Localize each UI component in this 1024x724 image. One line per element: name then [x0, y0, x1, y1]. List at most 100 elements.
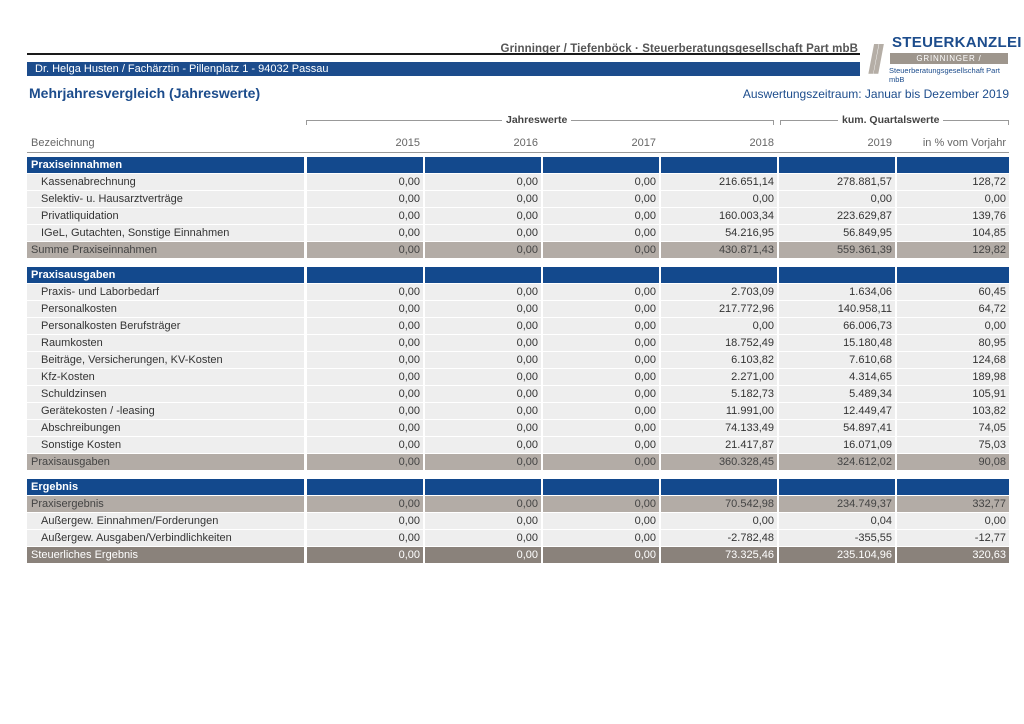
table-row-label: Sonstige Kosten [27, 437, 304, 453]
table-row-value: 0,00 [543, 174, 659, 190]
table-row-label: Außergew. Ausgaben/Verbindlichkeiten [27, 530, 304, 546]
table-row: Raumkosten 0,00 0,00 0,00 18.752,49 15.180,48… [27, 335, 1009, 351]
subtotal-row-value: 0,00 [307, 496, 423, 512]
table-row-value: 104,85 [897, 225, 1009, 241]
table-row-value: 0,00 [425, 513, 541, 529]
sum-row-value: 0,00 [543, 242, 659, 258]
column-header-rule [27, 152, 1009, 153]
table-row-value: 0,00 [307, 369, 423, 385]
sum-row-value: 0,00 [425, 242, 541, 258]
table-row: Kfz-Kosten 0,00 0,00 0,00 2.271,00 4.314,65 18… [27, 369, 1009, 385]
sum-row-label: Praxisausgaben [27, 454, 304, 470]
header-rule [27, 53, 860, 55]
table-row-value: 0,00 [425, 301, 541, 317]
table-row-value: 0,00 [307, 225, 423, 241]
table-row-label: Praxis- und Laborbedarf [27, 284, 304, 300]
table-row-value: 54.897,41 [779, 420, 895, 436]
table-row-value: 0,00 [897, 513, 1009, 529]
table-row-value: 0,00 [425, 352, 541, 368]
table-row-value: 217.772,96 [661, 301, 777, 317]
table-row-value: 15.180,48 [779, 335, 895, 351]
table-row-value: 0,00 [661, 318, 777, 334]
sum-row: Summe Praxiseinnahmen 0,00 0,00 0,00 430.871… [27, 242, 1009, 258]
section-header-value [779, 157, 895, 173]
section-header-value [543, 267, 659, 283]
subtotal-row: Praxisergebnis 0,00 0,00 0,00 70.542,98 234.7… [27, 496, 1009, 512]
table-row-label: Abschreibungen [27, 420, 304, 436]
table-row-value: 74,05 [897, 420, 1009, 436]
table-row-value: 0,00 [307, 335, 423, 351]
table-row-label: Beiträge, Versicherungen, KV-Kosten [27, 352, 304, 368]
subtotal-row-value: 0,00 [543, 496, 659, 512]
section-header-value [661, 267, 777, 283]
table-row-value: 0,00 [897, 191, 1009, 207]
sum-row-value: 0,00 [307, 242, 423, 258]
table-row-value: 21.417,87 [661, 437, 777, 453]
table-row-value: 2.271,00 [661, 369, 777, 385]
table-row-value: 0,00 [425, 420, 541, 436]
table-row-value: 160.003,34 [661, 208, 777, 224]
table-row-value: 0,00 [661, 191, 777, 207]
section-header: Ergebnis [27, 479, 1009, 495]
table-row-label: Personalkosten [27, 301, 304, 317]
table-row-value: 105,91 [897, 386, 1009, 402]
table-row-label: Personalkosten Berufsträger [27, 318, 304, 334]
table-row-value: 75,03 [897, 437, 1009, 453]
table-row-value: 0,00 [425, 208, 541, 224]
table-row-value: 0,00 [543, 403, 659, 419]
table-row-value: 0,00 [425, 437, 541, 453]
logo-sub-text: GRINNINGER / TIEFENBÖCK [890, 53, 1008, 74]
table-row-value: 139,76 [897, 208, 1009, 224]
table-row-value: 0,00 [307, 403, 423, 419]
table-row-value: 0,00 [307, 208, 423, 224]
sum-row-value: 559.361,39 [779, 242, 895, 258]
table-row-value: 0,00 [543, 369, 659, 385]
group-header-jahreswerte: Jahreswerte [306, 114, 774, 128]
table-row-label: Raumkosten [27, 335, 304, 351]
total-row-value: 320,63 [897, 547, 1009, 563]
section-header-value [307, 157, 423, 173]
section-header-value [425, 157, 541, 173]
table-row-value: 0,00 [425, 369, 541, 385]
table-row-value: 223.629,87 [779, 208, 895, 224]
group-header-kum: kum. Quartalswerte [780, 114, 1009, 128]
table-row-value: 103,82 [897, 403, 1009, 419]
table-row-value: 6.103,82 [661, 352, 777, 368]
report-title: Mehrjahresvergleich (Jahreswerte) [29, 85, 261, 101]
table-row-value: 60,45 [897, 284, 1009, 300]
sum-row-value: 129,82 [897, 242, 1009, 258]
table-row: Selektiv- u. Hausarztverträge 0,00 0,00 0,0… [27, 191, 1009, 207]
table-row: Personalkosten Berufsträger 0,00 0,00 0,00 0… [27, 318, 1009, 334]
total-row-value: 0,00 [307, 547, 423, 563]
col-2019: 2019 [867, 137, 892, 149]
total-row-value: 0,00 [543, 547, 659, 563]
table-row-value: 0,00 [307, 437, 423, 453]
subtotal-row-label: Praxisergebnis [27, 496, 304, 512]
table-row: Sonstige Kosten 0,00 0,00 0,00 21.417,87 16.0… [27, 437, 1009, 453]
table-row-value: 0,00 [425, 530, 541, 546]
table-row: Außergew. Einnahmen/Forderungen 0,00 0,00 0… [27, 513, 1009, 529]
table-row-value: 0,00 [425, 403, 541, 419]
table-row-value: 0,00 [779, 191, 895, 207]
table-row-value: 0,00 [543, 301, 659, 317]
table-row-value: 0,00 [543, 437, 659, 453]
section-header-value [661, 479, 777, 495]
section-header-value [897, 157, 1009, 173]
table-row-value: -12,77 [897, 530, 1009, 546]
table-row-value: 0,00 [425, 191, 541, 207]
section-header-value [425, 267, 541, 283]
section-header-value [779, 479, 895, 495]
sum-row-value: 360.328,45 [661, 454, 777, 470]
table-row-value: 0,00 [307, 174, 423, 190]
table-row-value: 0,00 [425, 386, 541, 402]
table-row-value: 74.133,49 [661, 420, 777, 436]
table-row-value: 0,00 [307, 352, 423, 368]
section-header: Praxisausgaben [27, 267, 1009, 283]
table-row-value: 0,00 [307, 420, 423, 436]
table-row-value: 0,00 [543, 284, 659, 300]
table-row-value: 0,00 [543, 420, 659, 436]
table-row-value: 54.216,95 [661, 225, 777, 241]
table-row-value: 0,00 [307, 284, 423, 300]
table-row-value: 12.449,47 [779, 403, 895, 419]
table-row-value: 0,00 [661, 513, 777, 529]
